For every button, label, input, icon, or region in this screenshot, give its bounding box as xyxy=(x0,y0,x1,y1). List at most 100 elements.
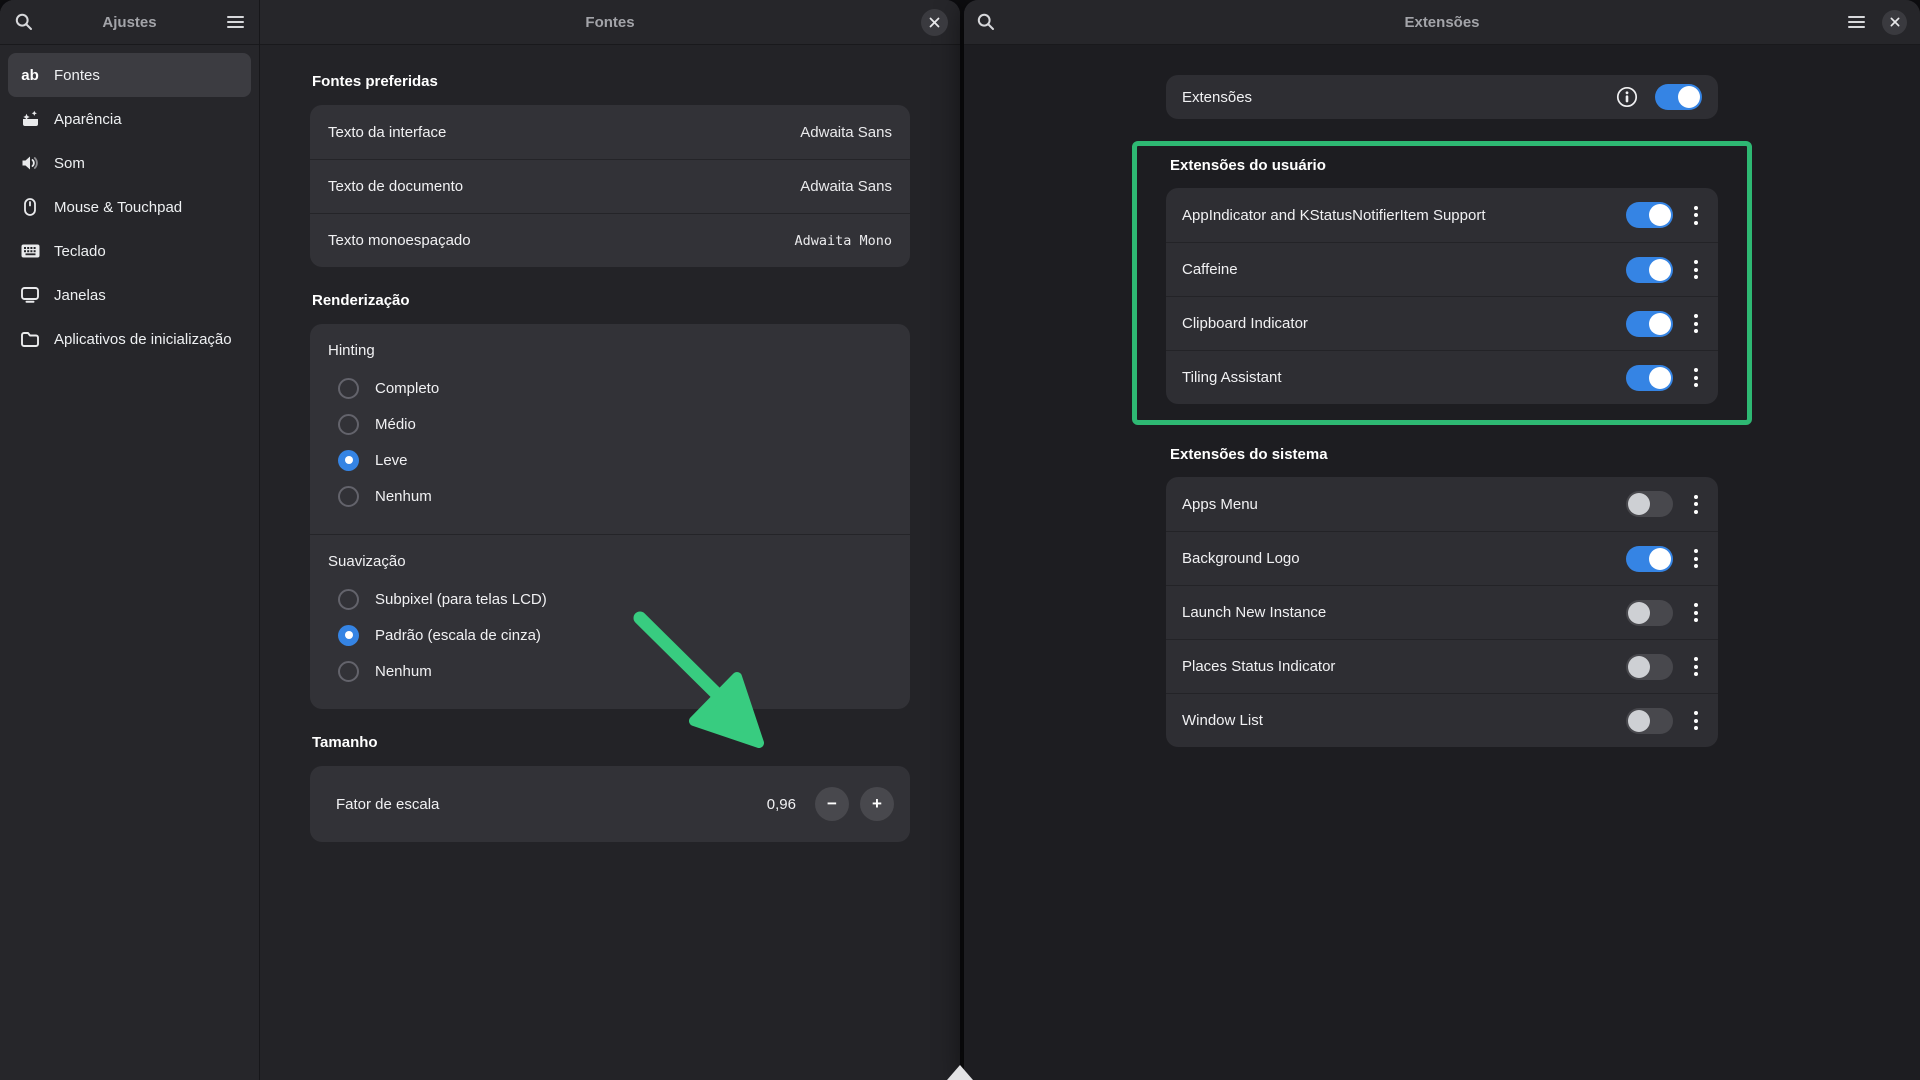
interface-font-row[interactable]: Texto da interface Adwaita Sans xyxy=(310,105,910,159)
extensions-master-row: Extensões xyxy=(1166,75,1718,119)
monospace-font-row[interactable]: Texto monoespaçado Adwaita Mono xyxy=(310,213,910,267)
window-icon xyxy=(19,287,41,303)
toggle-knob xyxy=(1649,548,1671,570)
antialiasing-option-padrao[interactable]: Padrão (escala de cinza) xyxy=(328,617,892,653)
toggle-knob xyxy=(1678,86,1700,108)
increase-scale-button[interactable]: + xyxy=(860,787,894,821)
extension-row-clipboard-indicator: Clipboard Indicator xyxy=(1166,296,1718,350)
preferred-fonts-heading: Fontes preferidas xyxy=(312,73,910,90)
fonts-headerbar: Fontes xyxy=(260,0,960,45)
hinting-section: Hinting Completo Médio Lev xyxy=(310,324,910,534)
radio-icon[interactable] xyxy=(338,589,359,610)
sidebar-item-teclado[interactable]: Teclado xyxy=(8,229,251,273)
system-extensions-heading: Extensões do sistema xyxy=(1170,446,1718,463)
size-heading: Tamanho xyxy=(312,734,910,751)
extension-row-appindicator: AppIndicator and KStatusNotifierItem Sup… xyxy=(1166,188,1718,242)
radio-icon[interactable] xyxy=(338,486,359,507)
fonts-page: Fontes Fontes preferidas Texto da interf… xyxy=(260,0,960,1080)
kebab-menu-icon[interactable] xyxy=(1690,260,1702,279)
extension-row-places-status-indicator: Places Status Indicator xyxy=(1166,639,1718,693)
document-font-row[interactable]: Texto de documento Adwaita Sans xyxy=(310,159,910,213)
close-icon[interactable] xyxy=(921,9,948,36)
toggle-knob xyxy=(1649,204,1671,226)
hinting-option-leve[interactable]: Leve xyxy=(328,442,892,478)
fonts-page-title: Fontes xyxy=(260,14,960,31)
sidebar-item-mouse-touchpad[interactable]: Mouse & Touchpad xyxy=(8,185,251,229)
extension-toggle[interactable] xyxy=(1626,654,1673,680)
interface-font-value: Adwaita Sans xyxy=(800,124,892,141)
document-font-value: Adwaita Sans xyxy=(800,178,892,195)
preferred-fonts-group: Texto da interface Adwaita Sans Texto de… xyxy=(310,105,910,267)
radio-icon[interactable] xyxy=(338,661,359,682)
toggle-knob xyxy=(1649,367,1671,389)
speaker-icon xyxy=(19,155,41,171)
extension-row-window-list: Window List xyxy=(1166,693,1718,747)
hinting-label: Hinting xyxy=(328,342,892,359)
sidebar-item-janelas[interactable]: Janelas xyxy=(8,273,251,317)
kebab-menu-icon[interactable] xyxy=(1690,368,1702,387)
extensions-master-toggle[interactable] xyxy=(1655,84,1702,110)
close-icon[interactable] xyxy=(1882,10,1907,35)
menu-icon[interactable] xyxy=(1848,15,1865,29)
antialiasing-option-subpixel[interactable]: Subpixel (para telas LCD) xyxy=(328,581,892,617)
scale-factor-row: Fator de escala 0,96 − + xyxy=(310,766,910,842)
kebab-menu-icon[interactable] xyxy=(1690,549,1702,568)
sidebar-item-som[interactable]: Som xyxy=(8,141,251,185)
scale-factor-value: 0,96 xyxy=(767,796,796,813)
monospace-font-value: Adwaita Mono xyxy=(794,233,892,249)
sidebar-item-fontes[interactable]: ab Fontes xyxy=(8,53,251,97)
hinting-option-nenhum[interactable]: Nenhum xyxy=(328,478,892,514)
info-icon[interactable] xyxy=(1616,86,1638,108)
hinting-option-completo[interactable]: Completo xyxy=(328,370,892,406)
desktop: Ajustes ab Fontes Aparência xyxy=(0,0,1920,1080)
folder-icon xyxy=(19,332,41,347)
sidebar-item-aparencia[interactable]: Aparência xyxy=(8,97,251,141)
toggle-knob xyxy=(1649,313,1671,335)
extension-row-caffeine: Caffeine xyxy=(1166,242,1718,296)
decrease-scale-button[interactable]: − xyxy=(815,787,849,821)
extension-toggle[interactable] xyxy=(1626,365,1673,391)
extensions-window-title: Extensões xyxy=(964,14,1920,31)
extension-toggle[interactable] xyxy=(1626,311,1673,337)
system-extensions-group: Apps Menu Background Logo Launch New Ins… xyxy=(1166,477,1718,747)
extension-toggle[interactable] xyxy=(1626,202,1673,228)
kebab-menu-icon[interactable] xyxy=(1690,657,1702,676)
radio-icon[interactable] xyxy=(338,625,359,646)
toggle-knob xyxy=(1649,259,1671,281)
antialiasing-label: Suavização xyxy=(328,553,892,570)
antialiasing-section: Suavização Subpixel (para telas LCD) Pad… xyxy=(310,534,910,709)
extension-row-apps-menu: Apps Menu xyxy=(1166,477,1718,531)
extension-toggle[interactable] xyxy=(1626,257,1673,283)
ab-icon: ab xyxy=(19,67,41,84)
radio-icon[interactable] xyxy=(338,378,359,399)
extension-toggle[interactable] xyxy=(1626,491,1673,517)
user-extensions-group: AppIndicator and KStatusNotifierItem Sup… xyxy=(1166,188,1718,404)
kebab-menu-icon[interactable] xyxy=(1690,206,1702,225)
extension-toggle[interactable] xyxy=(1626,708,1673,734)
user-extensions-heading: Extensões do usuário xyxy=(1170,157,1718,174)
sidebar-item-aplicativos-inicializacao[interactable]: Aplicativos de inicialização xyxy=(8,317,251,361)
extension-toggle[interactable] xyxy=(1626,546,1673,572)
extensions-window: Extensões Extensões xyxy=(964,0,1920,1080)
kebab-menu-icon[interactable] xyxy=(1690,711,1702,730)
settings-window-title: Ajustes xyxy=(0,14,259,31)
kebab-menu-icon[interactable] xyxy=(1690,314,1702,333)
extensions-headerbar: Extensões xyxy=(964,0,1920,45)
menu-icon[interactable] xyxy=(227,15,244,29)
annotation-rectangle: Extensões do usuário AppIndicator and KS… xyxy=(1132,141,1752,425)
kebab-menu-icon[interactable] xyxy=(1690,495,1702,514)
hinting-option-medio[interactable]: Médio xyxy=(328,406,892,442)
search-icon[interactable] xyxy=(15,13,33,31)
size-group: Fator de escala 0,96 − + xyxy=(310,766,910,842)
toggle-knob xyxy=(1628,710,1650,732)
radio-icon[interactable] xyxy=(338,414,359,435)
search-icon[interactable] xyxy=(977,13,995,31)
toggle-knob xyxy=(1628,493,1650,515)
antialiasing-option-nenhum[interactable]: Nenhum xyxy=(328,653,892,689)
extension-toggle[interactable] xyxy=(1626,600,1673,626)
scale-factor-label: Fator de escala xyxy=(336,796,439,813)
toggle-knob xyxy=(1628,602,1650,624)
kebab-menu-icon[interactable] xyxy=(1690,603,1702,622)
rendering-heading: Renderização xyxy=(312,292,910,309)
radio-icon[interactable] xyxy=(338,450,359,471)
